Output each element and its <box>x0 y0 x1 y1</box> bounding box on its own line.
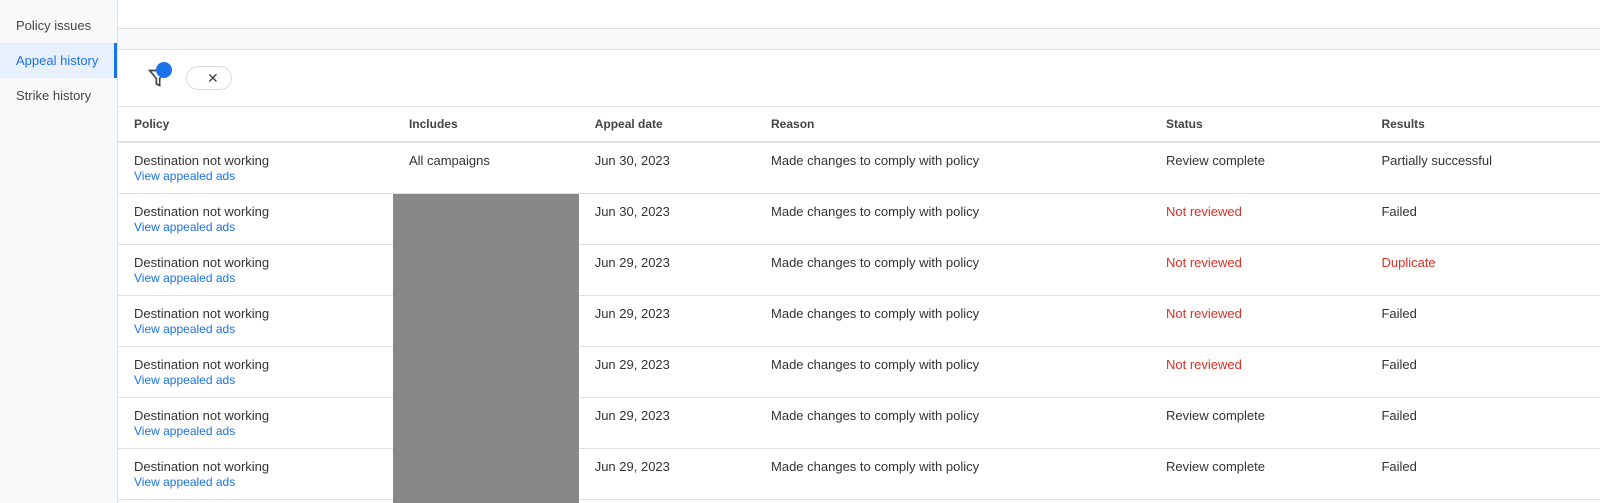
cell-reason: Made changes to comply with policy <box>755 398 1150 449</box>
cell-reason: Made changes to comply with policy <box>755 347 1150 398</box>
filter-chip: ✕ <box>186 66 232 90</box>
table-row: Destination not workingView appealed ads… <box>118 296 1600 347</box>
table-row: Destination not workingView appealed ads… <box>118 449 1600 500</box>
table-header: PolicyIncludesAppeal dateReasonStatusRes… <box>118 107 1600 142</box>
cell-reason: Made changes to comply with policy <box>755 500 1150 503</box>
main-content: ✕ PolicyIncludesAppeal dateReasonStatusR… <box>118 0 1600 503</box>
table-body: Destination not workingView appealed ads… <box>118 142 1600 503</box>
cell-policy: Destination not workingView appealed ads <box>118 500 393 503</box>
cell-policy: Destination not workingView appealed ads <box>118 194 393 245</box>
cell-appeal-date: Mar 1, 2023 <box>579 500 755 503</box>
view-appealed-ads-link[interactable]: View appealed ads <box>134 322 235 336</box>
view-appealed-ads-link[interactable]: View appealed ads <box>134 424 235 438</box>
table-row: Destination not workingView appealed ads… <box>118 347 1600 398</box>
table-row: Destination not workingView appealed ads… <box>118 245 1600 296</box>
cell-results: Failed <box>1365 347 1600 398</box>
appeal-table: PolicyIncludesAppeal dateReasonStatusRes… <box>118 107 1600 503</box>
sidebar-item-appeal-history[interactable]: Appeal history <box>0 43 117 78</box>
cell-reason: Made changes to comply with policy <box>755 245 1150 296</box>
cell-appeal-date: Jun 29, 2023 <box>579 398 755 449</box>
cell-results: Successful <box>1365 500 1600 503</box>
cell-policy: Destination not workingView appealed ads <box>118 398 393 449</box>
table-row: Destination not workingView appealed ads… <box>118 398 1600 449</box>
cell-status: Not reviewed <box>1150 296 1365 347</box>
cell-reason: Made changes to comply with policy <box>755 449 1150 500</box>
table-row: Destination not workingView appealed ads… <box>118 500 1600 503</box>
cell-results: Partially successful <box>1365 142 1600 194</box>
view-appealed-ads-link[interactable]: View appealed ads <box>134 169 235 183</box>
col-results: Results <box>1365 107 1600 142</box>
cell-status: Not reviewed <box>1150 194 1365 245</box>
cell-includes: All campaigns <box>393 142 579 194</box>
cell-appeal-date: Jun 29, 2023 <box>579 347 755 398</box>
add-filter-button[interactable] <box>244 74 260 82</box>
policy-name: Destination not working <box>134 255 377 270</box>
cell-status: Review complete <box>1150 449 1365 500</box>
blurred-includes-area <box>393 194 579 503</box>
sidebar-item-strike-history[interactable]: Strike history <box>0 78 117 113</box>
cell-results: Duplicate <box>1365 245 1600 296</box>
cell-status: Review complete <box>1150 142 1365 194</box>
table-row: Destination not workingView appealed ads… <box>118 142 1600 194</box>
cell-policy: Destination not workingView appealed ads <box>118 296 393 347</box>
cell-policy: Destination not workingView appealed ads <box>118 142 393 194</box>
view-appealed-ads-link[interactable]: View appealed ads <box>134 373 235 387</box>
policy-name: Destination not working <box>134 153 377 168</box>
table-container: PolicyIncludesAppeal dateReasonStatusRes… <box>118 107 1600 503</box>
cell-appeal-date: Jun 29, 2023 <box>579 296 755 347</box>
policy-name: Destination not working <box>134 459 377 474</box>
cell-reason: Made changes to comply with policy <box>755 194 1150 245</box>
view-appealed-ads-link[interactable]: View appealed ads <box>134 220 235 234</box>
col-policy: Policy <box>118 107 393 142</box>
filter-bar: ✕ <box>118 50 1600 107</box>
col-includes: Includes <box>393 107 579 142</box>
cell-appeal-date: Jun 29, 2023 <box>579 245 755 296</box>
policy-name: Destination not working <box>134 306 377 321</box>
cell-appeal-date: Jun 30, 2023 <box>579 142 755 194</box>
view-appealed-ads-link[interactable]: View appealed ads <box>134 271 235 285</box>
policy-name: Destination not working <box>134 408 377 423</box>
cell-status: Not reviewed <box>1150 347 1365 398</box>
cell-status: Review complete <box>1150 500 1365 503</box>
col-reason: Reason <box>755 107 1150 142</box>
cell-results: Failed <box>1365 449 1600 500</box>
cell-status: Not reviewed <box>1150 245 1365 296</box>
cell-reason: Made changes to comply with policy <box>755 296 1150 347</box>
table-row: Destination not workingView appealed ads… <box>118 194 1600 245</box>
cell-appeal-date: Jun 29, 2023 <box>579 449 755 500</box>
sidebar-item-policy-issues[interactable]: Policy issues <box>0 8 117 43</box>
cell-results: Failed <box>1365 398 1600 449</box>
cell-results: Failed <box>1365 194 1600 245</box>
cell-reason: Made changes to comply with policy <box>755 142 1150 194</box>
filter-chip-close-button[interactable]: ✕ <box>207 71 219 85</box>
policy-name: Destination not working <box>134 357 377 372</box>
filter-button[interactable] <box>142 62 174 94</box>
view-appealed-ads-link[interactable]: View appealed ads <box>134 475 235 489</box>
col-status: Status <box>1150 107 1365 142</box>
filter-badge <box>156 62 172 78</box>
cell-policy: Destination not workingView appealed ads <box>118 449 393 500</box>
cell-policy: Destination not workingView appealed ads <box>118 245 393 296</box>
col-appeal-date: Appeal date <box>579 107 755 142</box>
cell-appeal-date: Jun 30, 2023 <box>579 194 755 245</box>
cell-results: Failed <box>1365 296 1600 347</box>
table-header-row: PolicyIncludesAppeal dateReasonStatusRes… <box>118 107 1600 142</box>
sidebar: Policy issuesAppeal historyStrike histor… <box>0 0 118 503</box>
cell-policy: Destination not workingView appealed ads <box>118 347 393 398</box>
notice-bar <box>118 29 1600 50</box>
cell-status: Review complete <box>1150 398 1365 449</box>
policy-name: Destination not working <box>134 204 377 219</box>
main-header <box>118 0 1600 29</box>
